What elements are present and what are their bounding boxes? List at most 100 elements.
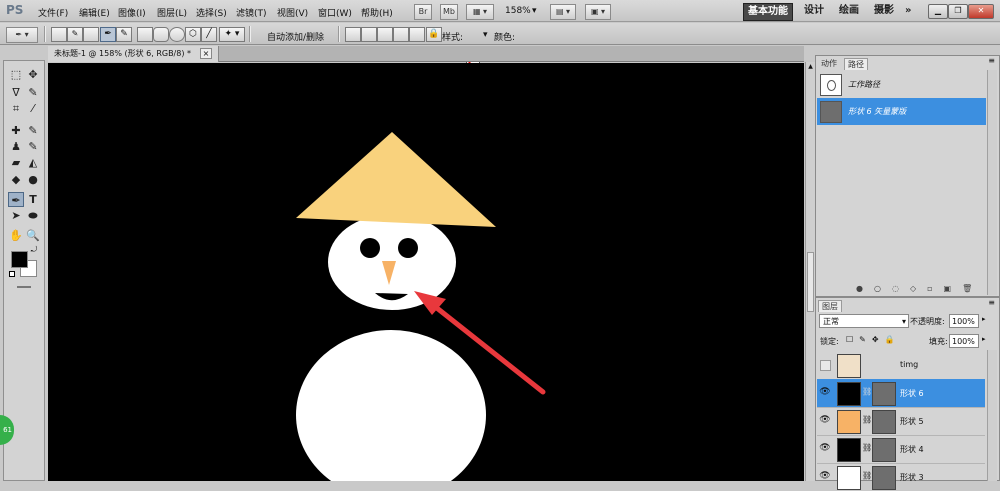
shape-layers-icon[interactable] xyxy=(51,27,67,42)
pen-tool-icon[interactable]: ✒ xyxy=(8,192,24,207)
eye-icon[interactable]: 👁 xyxy=(819,470,831,482)
tab-paths[interactable]: 路径 xyxy=(844,58,868,70)
canvas-vertical-scrollbar[interactable]: ▲ xyxy=(805,62,815,481)
menu-view[interactable]: 视图(V) xyxy=(277,6,308,19)
more-workspaces-button[interactable]: » xyxy=(905,3,911,19)
path-item-vector-mask[interactable]: 形状 6 矢量蒙版 xyxy=(817,98,986,125)
opacity-slider-icon[interactable]: ▸ xyxy=(982,315,986,323)
paths-scrollbar[interactable] xyxy=(987,70,997,295)
eye-icon[interactable]: 👁 xyxy=(819,442,831,454)
eye-icon[interactable]: 👁 xyxy=(819,414,831,426)
arrange-documents-dropdown[interactable]: ▤ ▾ xyxy=(550,4,576,20)
brush-tool-icon[interactable]: ✎ xyxy=(25,123,41,138)
link-style-icon[interactable] xyxy=(409,27,425,42)
menu-layer[interactable]: 图层(L) xyxy=(157,6,187,19)
fill-slider-icon[interactable]: ▸ xyxy=(982,335,986,343)
dodge-tool-icon[interactable]: ● xyxy=(25,172,41,187)
path-exclude-icon[interactable] xyxy=(393,27,409,42)
custom-shape-icon[interactable]: ✦ ▾ xyxy=(219,27,245,42)
line-tool-icon[interactable]: ╱ xyxy=(201,27,217,42)
paths-footer-icons[interactable]: ●○◌◇▫▣🗑 xyxy=(856,284,986,296)
shape-tool-icon[interactable]: ⬬ xyxy=(25,208,41,223)
eraser-tool-icon[interactable]: ▰ xyxy=(8,155,24,170)
menu-filter[interactable]: 滤镜(T) xyxy=(236,6,267,19)
rectangle-tool-icon[interactable] xyxy=(137,27,153,42)
layer-row-shape-3[interactable]: 👁 ⛓ 形状 3 xyxy=(817,463,985,491)
blur-tool-icon[interactable]: ◆ xyxy=(8,172,24,187)
minimize-icon[interactable]: ▁ xyxy=(928,4,948,19)
panel-menu-icon[interactable]: ≡ xyxy=(988,56,995,65)
foreground-color-swatch[interactable] xyxy=(11,251,28,268)
mini-bridge-button[interactable]: Mb xyxy=(440,4,458,20)
blend-mode-select[interactable]: 正常 ▾ xyxy=(819,314,909,328)
rounded-rectangle-icon[interactable] xyxy=(153,27,169,42)
history-brush-icon[interactable]: ✎ xyxy=(25,139,41,154)
healing-brush-icon[interactable]: ✚ xyxy=(8,123,24,138)
panel-menu-icon[interactable]: ≡ xyxy=(988,298,995,307)
eyedropper-icon[interactable]: ⁄ xyxy=(25,101,41,116)
tool-preset-picker[interactable]: ✒ ▾ xyxy=(6,27,38,43)
type-tool-icon[interactable]: T xyxy=(25,192,41,207)
polygon-tool-icon[interactable]: ⬡ xyxy=(185,27,201,42)
workspace-photography[interactable]: 摄影 xyxy=(874,3,894,19)
visibility-toggle-off[interactable] xyxy=(820,360,831,371)
eye-icon[interactable]: 👁 xyxy=(819,386,831,398)
quick-mask-icon[interactable] xyxy=(17,286,31,288)
zoom-dropdown-icon[interactable]: ▾ xyxy=(532,6,537,16)
menu-file[interactable]: 文件(F) xyxy=(38,6,68,19)
default-colors-icon[interactable] xyxy=(9,271,15,277)
swap-colors-icon[interactable]: ⤾ xyxy=(29,245,39,255)
paths-mode-icon[interactable]: ✎ xyxy=(67,27,83,42)
layer-row-shape-5[interactable]: 👁 ⛓ 形状 5 xyxy=(817,407,985,436)
pen-tool-icon[interactable]: ✒ xyxy=(100,27,116,42)
close-icon[interactable]: ✕ xyxy=(968,4,994,19)
style-dropdown-icon[interactable]: ▾ xyxy=(483,30,488,40)
screen-mode-dropdown[interactable]: ▣ ▾ xyxy=(585,4,611,20)
layer-row-timg[interactable]: timg xyxy=(817,351,985,380)
opacity-input[interactable]: 100% xyxy=(949,314,979,328)
menu-window[interactable]: 窗口(W) xyxy=(318,6,352,19)
document-tab[interactable]: 未标题-1 @ 158% (形状 6, RGB/8) * × xyxy=(48,46,220,62)
layers-scrollbar[interactable] xyxy=(987,350,997,481)
bridge-button[interactable]: Br xyxy=(414,4,432,20)
close-tab-icon[interactable]: × xyxy=(199,48,213,59)
freeform-pen-icon[interactable]: ✎ xyxy=(116,27,132,42)
lasso-tool-icon[interactable]: ᐁ xyxy=(8,85,24,100)
path-item-work-path[interactable]: 工作路径 xyxy=(817,71,986,98)
lock-icon[interactable]: 🔒 xyxy=(426,27,442,42)
fill-input[interactable]: 100% xyxy=(949,334,979,348)
layer-row-shape-6[interactable]: 👁 ⛓ 形状 6 xyxy=(817,379,985,408)
document-title: 未标题-1 @ 158% (形状 6, RGB/8) * xyxy=(54,49,192,58)
crop-tool-icon[interactable]: ⌗ xyxy=(8,101,24,116)
workspace-essentials[interactable]: 基本功能 xyxy=(743,3,793,21)
marquee-tool-icon[interactable]: ⬚ xyxy=(8,67,24,82)
layer-row-shape-4[interactable]: 👁 ⛓ 形状 4 xyxy=(817,435,985,464)
menu-help[interactable]: 帮助(H) xyxy=(361,6,393,19)
move-tool-icon[interactable]: ✥ xyxy=(25,67,41,82)
path-combine-icon[interactable] xyxy=(345,27,361,42)
restore-icon[interactable]: ❐ xyxy=(948,4,968,19)
workspace-painting[interactable]: 绘画 xyxy=(839,3,859,19)
menu-image[interactable]: 图像(I) xyxy=(118,6,146,19)
document-canvas[interactable] xyxy=(48,63,804,491)
clone-stamp-icon[interactable]: ♟ xyxy=(8,139,24,154)
fill-pixels-icon[interactable] xyxy=(83,27,99,42)
view-extras-dropdown[interactable]: ▦ ▾ xyxy=(466,4,494,20)
menu-edit[interactable]: 编辑(E) xyxy=(79,6,110,19)
scroll-up-icon[interactable]: ▲ xyxy=(806,62,815,71)
zoom-level[interactable]: 158% xyxy=(505,6,531,16)
tab-actions[interactable]: 动作 xyxy=(818,58,840,69)
path-selection-icon[interactable]: ➤ xyxy=(8,208,24,223)
menu-select[interactable]: 选择(S) xyxy=(196,6,227,19)
path-subtract-icon[interactable] xyxy=(361,27,377,42)
zoom-tool-icon[interactable]: 🔍 xyxy=(25,228,41,243)
lock-options-icons[interactable]: ☐✎✥🔒 xyxy=(846,335,901,344)
quick-select-icon[interactable]: ✎ xyxy=(25,85,41,100)
workspace-design[interactable]: 设计 xyxy=(804,3,824,19)
ellipse-tool-icon[interactable] xyxy=(169,27,185,42)
scroll-thumb[interactable] xyxy=(807,252,814,312)
hand-tool-icon[interactable]: ✋ xyxy=(8,228,24,243)
tab-layers[interactable]: 图层 xyxy=(818,300,842,312)
path-intersect-icon[interactable] xyxy=(377,27,393,42)
paint-bucket-icon[interactable]: ◭ xyxy=(25,155,41,170)
